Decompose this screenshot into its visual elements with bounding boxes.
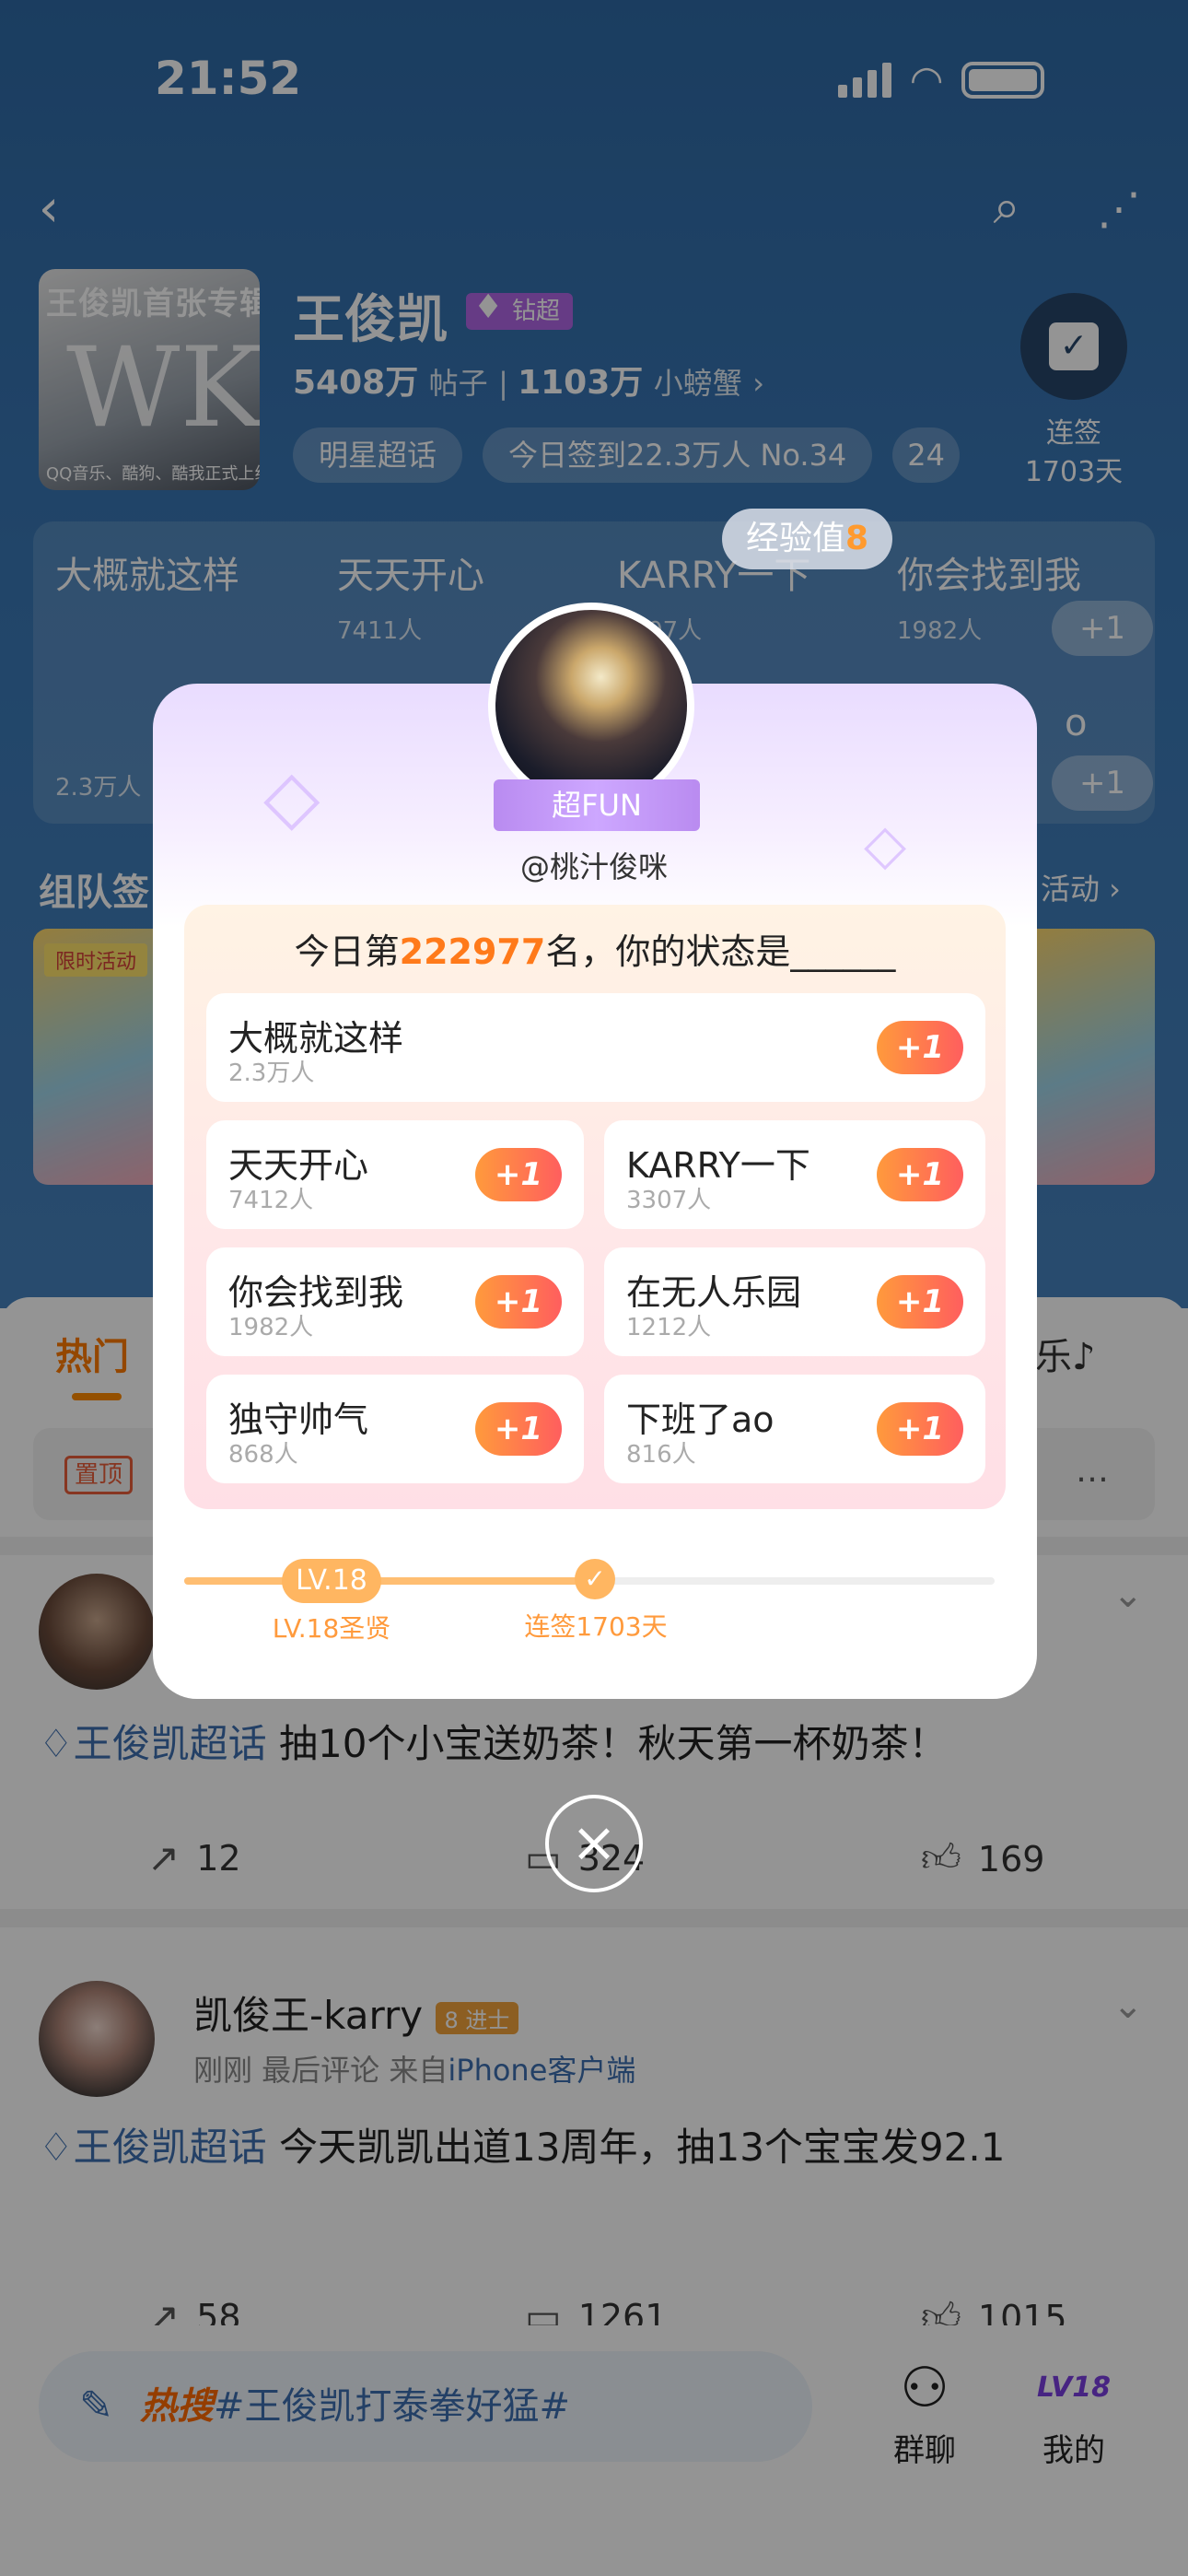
plus-one-button[interactable]: +1 [475,1275,562,1329]
mood-option[interactable]: 大概就这样 2.3万人 +1 [206,993,985,1102]
mood-label: 天天开心 [228,1145,369,1186]
exp-label: 经验值 [746,520,846,557]
mood-count: 7412人 [228,1187,314,1214]
plus-one-button[interactable]: +1 [877,1148,963,1201]
fun-ribbon: 超FUN [494,779,700,831]
mood-label: 你会找到我 [228,1272,404,1313]
mood-option[interactable]: 下班了ao 816人 +1 [604,1375,985,1483]
checkin-streak-text: 连签1703天 [524,1611,668,1642]
plus-one-button[interactable]: +1 [877,1021,963,1074]
close-icon: × [570,1810,618,1875]
diamond-decoration-icon: ◇ [263,754,320,839]
plus-one-button[interactable]: +1 [475,1402,562,1456]
mood-count: 868人 [228,1441,298,1469]
mood-label: KARRY一下 [626,1145,810,1186]
mood-label: 在无人乐园 [626,1272,802,1313]
rank-number: 222977 [399,931,546,972]
plus-one-button[interactable]: +1 [475,1148,562,1201]
mood-count: 1212人 [626,1314,712,1341]
mood-count: 816人 [626,1441,696,1469]
level-pill: LV.18 [282,1559,381,1603]
mood-option[interactable]: 在无人乐园 1212人 +1 [604,1247,985,1356]
mood-option[interactable]: KARRY一下 3307人 +1 [604,1120,985,1229]
mood-options-panel: 今日第222977名，你的状态是______ 大概就这样 2.3万人 +1 天天… [184,905,1006,1509]
mood-count: 1982人 [228,1314,314,1341]
plus-one-button[interactable]: +1 [877,1275,963,1329]
level-progress-fill [184,1577,589,1585]
level-text: LV.18圣贤 [272,1613,391,1644]
mood-label: 独守帅气 [228,1399,369,1440]
plus-one-button[interactable]: +1 [877,1402,963,1456]
exp-value: 8 [845,520,869,557]
mood-label: 大概就这样 [228,1018,404,1059]
mood-label: 下班了ao [626,1399,775,1440]
rank-prefix: 今日第 [294,931,400,972]
rank-suffix: 名，你的状态是______ [545,931,896,972]
mood-option[interactable]: 独守帅气 868人 +1 [206,1375,584,1483]
mood-option[interactable]: 你会找到我 1982人 +1 [206,1247,584,1356]
mood-count: 2.3万人 [228,1060,315,1087]
close-button[interactable]: × [545,1795,643,1892]
avatar-photo [495,610,687,802]
mood-count: 3307人 [626,1187,712,1214]
rank-title: 今日第222977名，你的状态是______ [184,923,1006,974]
user-avatar[interactable] [488,603,694,809]
mood-option[interactable]: 天天开心 7412人 +1 [206,1120,584,1229]
user-handle: @桃汁俊咪 [519,849,668,884]
check-icon: ✓ [575,1559,615,1599]
experience-pill: 经验值8 [722,509,893,569]
